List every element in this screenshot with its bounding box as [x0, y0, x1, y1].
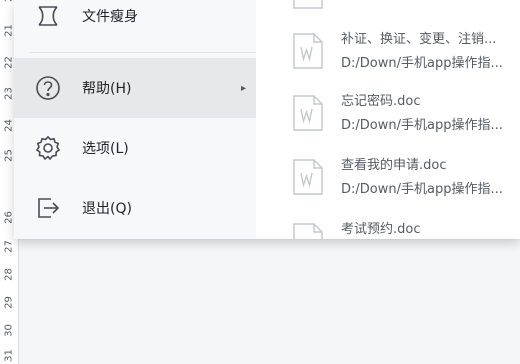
menu-item-help[interactable]: 帮助(H) ▸ [14, 58, 256, 118]
file-path: D:/Down/手机app操作指... [341, 182, 503, 197]
menu-item-label: 选项(L) [82, 141, 129, 157]
menu-divider [30, 52, 256, 53]
ruler-number: 26 [3, 211, 15, 224]
recent-files-list: 补证、换证、变更、注销... D:/Down/手机app操作指... 忘记密码.… [256, 0, 520, 239]
ruler-number: 29 [3, 296, 15, 309]
file-name: 忘记密码.doc [341, 94, 421, 109]
ruler-number: 30 [3, 324, 15, 337]
word-doc-icon [292, 158, 324, 196]
menu-item-slim[interactable]: 文件瘦身 [14, 0, 256, 46]
menu-item-label: 文件瘦身 [82, 9, 138, 25]
word-doc-icon [292, 94, 324, 132]
chevron-right-icon: ▸ [240, 82, 246, 94]
menu-item-label: 退出(Q) [82, 201, 132, 217]
recent-file-item[interactable]: 补证、换证、变更、注销... D:/Down/手机app操作指... [292, 24, 520, 80]
document-canvas[interactable] [19, 240, 520, 364]
exit-icon [32, 192, 64, 224]
gear-icon [32, 132, 64, 164]
ruler-number: 28 [3, 268, 15, 281]
recent-file-item[interactable]: 查看我的申请.doc D:/Down/手机app操作指... [292, 150, 520, 206]
ruler-number: 31 [3, 349, 15, 362]
word-doc-icon [292, 222, 324, 239]
ruler-number: 20 [4, 0, 15, 3]
recent-file-item[interactable]: 忘记密码.doc D:/Down/手机app操作指... [292, 86, 520, 142]
file-name: 查看我的申请.doc [341, 158, 447, 173]
word-doc-icon [292, 32, 324, 70]
menu-item-exit[interactable]: 退出(Q) [14, 178, 256, 238]
file-menu: 文件瘦身 帮助(H) ▸ 选项(L) 退出(Q) [14, 0, 256, 239]
ruler-number: 27 [3, 240, 15, 253]
file-name: 考试预约.doc [341, 222, 421, 237]
recent-file-item[interactable] [292, 0, 520, 20]
menu-item-options[interactable]: 选项(L) [14, 118, 256, 178]
ruler-number: 21 [3, 24, 15, 37]
ruler-number: 23 [3, 87, 15, 100]
file-path: D:/Down/手机app操作指... [341, 56, 503, 71]
file-name: 补证、换证、变更、注销... [341, 32, 497, 47]
help-icon [32, 72, 64, 104]
menu-item-label: 帮助(H) [82, 81, 132, 97]
file-menu-panel: 文件瘦身 帮助(H) ▸ 选项(L) 退出(Q) 补证、换证、变更、注销... … [14, 0, 520, 239]
word-doc-icon [292, 0, 324, 10]
ruler-number: 24 [3, 119, 15, 132]
file-path: D:/Down/手机app操作指... [341, 118, 503, 133]
slim-icon [32, 0, 64, 32]
ruler-number: 22 [3, 56, 15, 69]
recent-file-item[interactable]: 考试预约.doc [292, 214, 520, 239]
ruler-number: 25 [3, 149, 15, 162]
